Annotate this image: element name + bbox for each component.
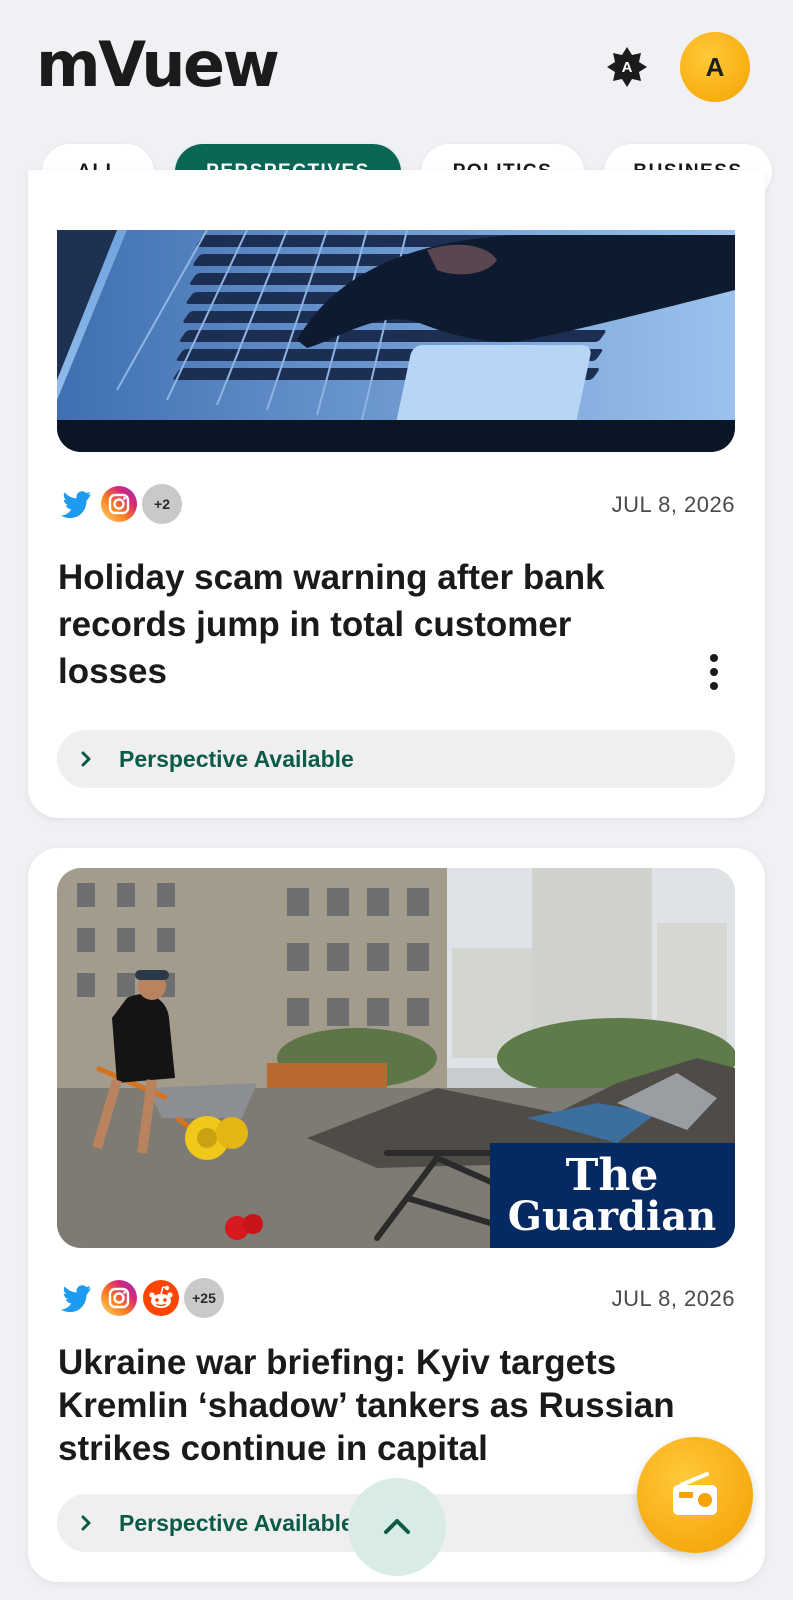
more-sources-count[interactable]: +2: [142, 484, 182, 524]
scroll-to-top-button[interactable]: [348, 1478, 446, 1576]
radio-icon: [673, 1472, 717, 1515]
article-card[interactable]: +2 JUL 8, 2026 Holiday scam warning afte…: [28, 170, 765, 818]
more-sources-count[interactable]: +25: [184, 1278, 224, 1318]
perspective-available-button[interactable]: Perspective Available: [57, 730, 735, 788]
chevron-right-icon: [77, 1514, 95, 1532]
instagram-icon: [100, 485, 138, 523]
article-date: JUL 8, 2026: [611, 492, 735, 517]
source-icons: +25: [58, 1278, 224, 1318]
twitter-icon: [58, 485, 96, 523]
instagram-icon: [100, 1279, 138, 1317]
accessibility-badge-icon[interactable]: A: [605, 45, 649, 89]
app-logo: mVuew: [36, 28, 280, 101]
app-header: mVuew A A: [0, 0, 793, 120]
article-image[interactable]: [57, 230, 735, 452]
user-avatar[interactable]: A: [680, 32, 750, 102]
perspective-label: Perspective Available: [119, 1509, 354, 1536]
radio-fab-button[interactable]: [637, 1437, 753, 1553]
guardian-logo-line2: Guardian: [508, 1193, 716, 1240]
article-headline[interactable]: Holiday scam warning after bank records …: [58, 554, 658, 695]
chevron-right-icon: [77, 750, 95, 768]
chevron-up-icon: [384, 1519, 410, 1534]
twitter-icon: [58, 1279, 96, 1317]
badge-letter: A: [621, 58, 633, 76]
more-options-icon[interactable]: [702, 654, 726, 694]
article-headline[interactable]: Ukraine war briefing: Kyiv targets Kreml…: [58, 1341, 678, 1470]
article-date: JUL 8, 2026: [611, 1286, 735, 1311]
article-image[interactable]: The Guardian: [57, 868, 735, 1248]
perspective-label: Perspective Available: [119, 745, 354, 772]
source-icons: +2: [58, 484, 182, 524]
reddit-icon: [142, 1279, 180, 1317]
